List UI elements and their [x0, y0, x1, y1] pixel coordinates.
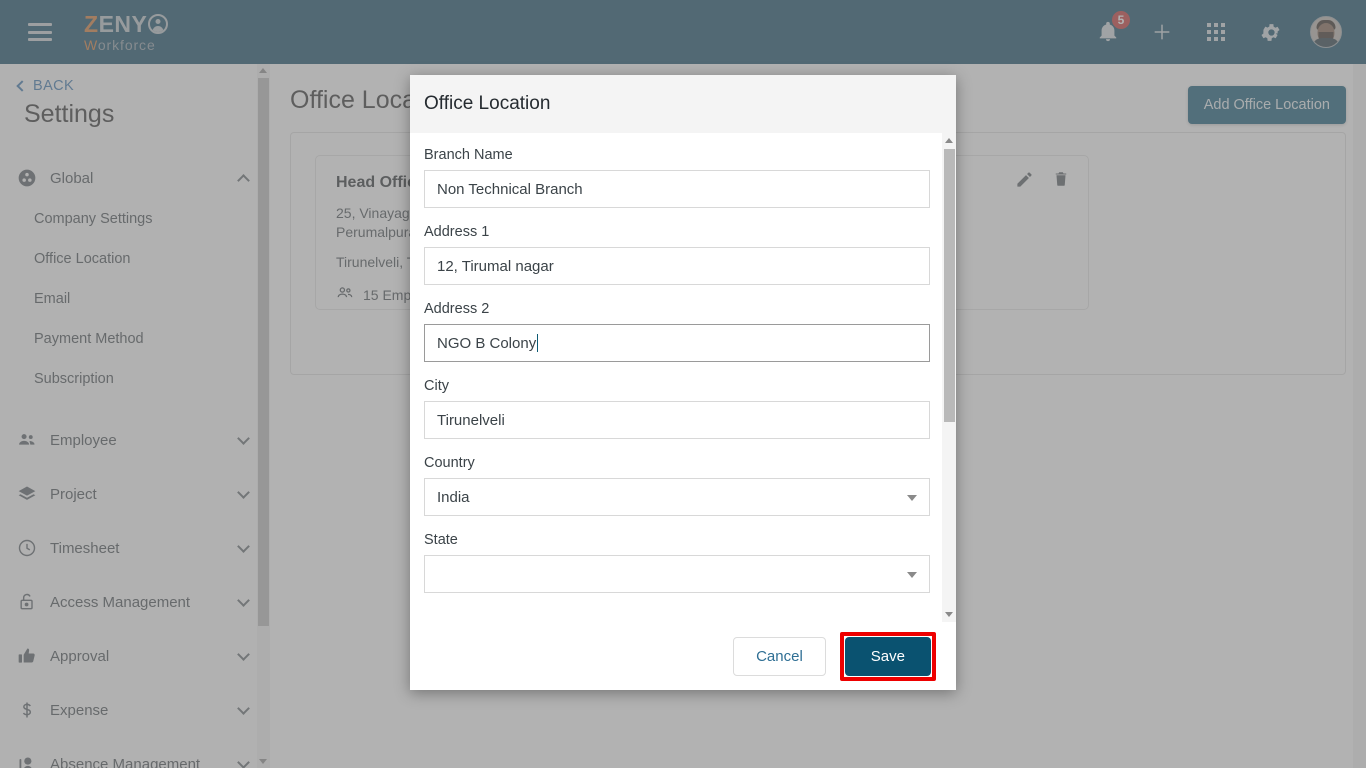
field-address-1: Address 1 12, Tirumal nagar — [424, 224, 932, 285]
modal-scrollbar[interactable] — [942, 133, 956, 622]
field-label: Address 1 — [424, 224, 490, 240]
field-label: Address 2 — [424, 301, 490, 317]
input-value: 12, Tirumal nagar — [437, 257, 554, 275]
office-location-modal: Office Location Branch Name Non Technica… — [410, 75, 956, 690]
save-button[interactable]: Save — [844, 636, 931, 676]
input-value: Non Technical Branch — [437, 180, 583, 198]
save-button-wrapper: Save — [839, 631, 936, 681]
country-select[interactable]: India — [424, 478, 930, 516]
cancel-button[interactable]: Cancel — [733, 636, 826, 676]
field-address-2: Address 2 NGO B Colony — [424, 301, 932, 362]
input-value: Tirunelveli — [437, 411, 505, 429]
field-label: City — [424, 378, 449, 394]
address-1-input[interactable]: 12, Tirumal nagar — [424, 247, 930, 285]
state-select[interactable] — [424, 555, 930, 593]
field-state: State — [424, 532, 932, 593]
modal-title: Office Location — [410, 75, 956, 133]
field-country: Country India — [424, 455, 932, 516]
field-city: City Tirunelveli — [424, 378, 932, 439]
text-cursor — [537, 334, 539, 352]
field-label: Branch Name — [424, 147, 513, 163]
app-root: Z ENY Workforce 5 — [0, 0, 1366, 768]
scroll-up-arrow-icon[interactable] — [945, 138, 953, 143]
chevron-down-icon — [907, 495, 917, 501]
field-label: Country — [424, 455, 475, 471]
modal-form-body: Branch Name Non Technical Branch Address… — [410, 133, 956, 622]
field-label: State — [424, 532, 458, 548]
input-value: NGO B Colony — [437, 334, 537, 352]
select-value: India — [437, 488, 470, 506]
chevron-down-icon — [907, 572, 917, 578]
modal-scroll-thumb[interactable] — [944, 149, 955, 422]
branch-name-input[interactable]: Non Technical Branch — [424, 170, 930, 208]
address-2-input[interactable]: NGO B Colony — [424, 324, 930, 362]
modal-footer: Cancel Save — [410, 622, 956, 690]
city-input[interactable]: Tirunelveli — [424, 401, 930, 439]
scroll-down-arrow-icon[interactable] — [945, 612, 953, 617]
field-branch-name: Branch Name Non Technical Branch — [424, 147, 932, 208]
